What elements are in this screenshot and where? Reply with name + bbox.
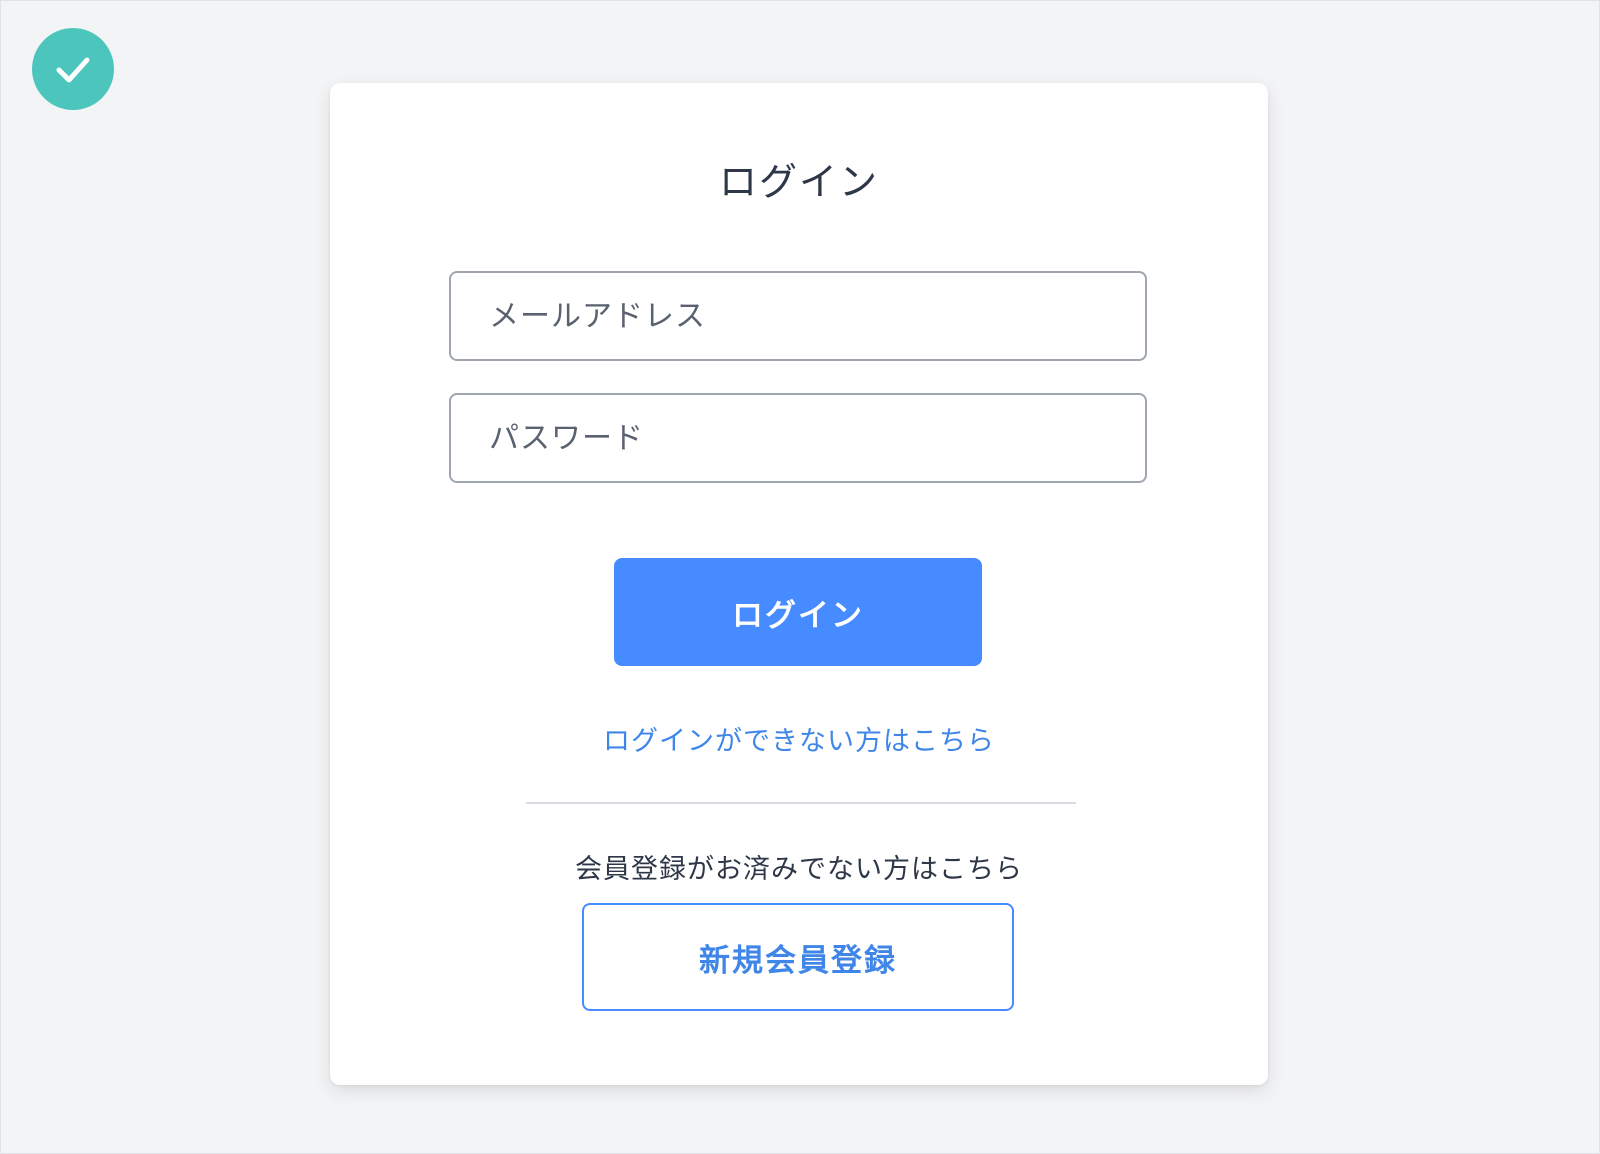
login-button[interactable]: ログイン xyxy=(614,558,982,666)
divider xyxy=(526,802,1076,804)
password-input[interactable] xyxy=(487,419,1145,457)
check-icon xyxy=(53,49,93,89)
page-title: ログイン xyxy=(718,160,879,204)
email-field[interactable] xyxy=(449,271,1147,361)
forgot-login-link[interactable]: ログインができない方はこちら xyxy=(330,719,1268,758)
register-button[interactable]: 新規会員登録 xyxy=(582,903,1014,1011)
success-badge xyxy=(32,28,114,110)
password-field[interactable] xyxy=(449,393,1147,483)
login-card: ログイン ログイン ログインができない方はこちら 会員登録がお済みでない方はこち… xyxy=(330,83,1268,1085)
register-prompt: 会員登録がお済みでない方はこちら xyxy=(575,854,1023,885)
email-input[interactable] xyxy=(487,297,1145,335)
